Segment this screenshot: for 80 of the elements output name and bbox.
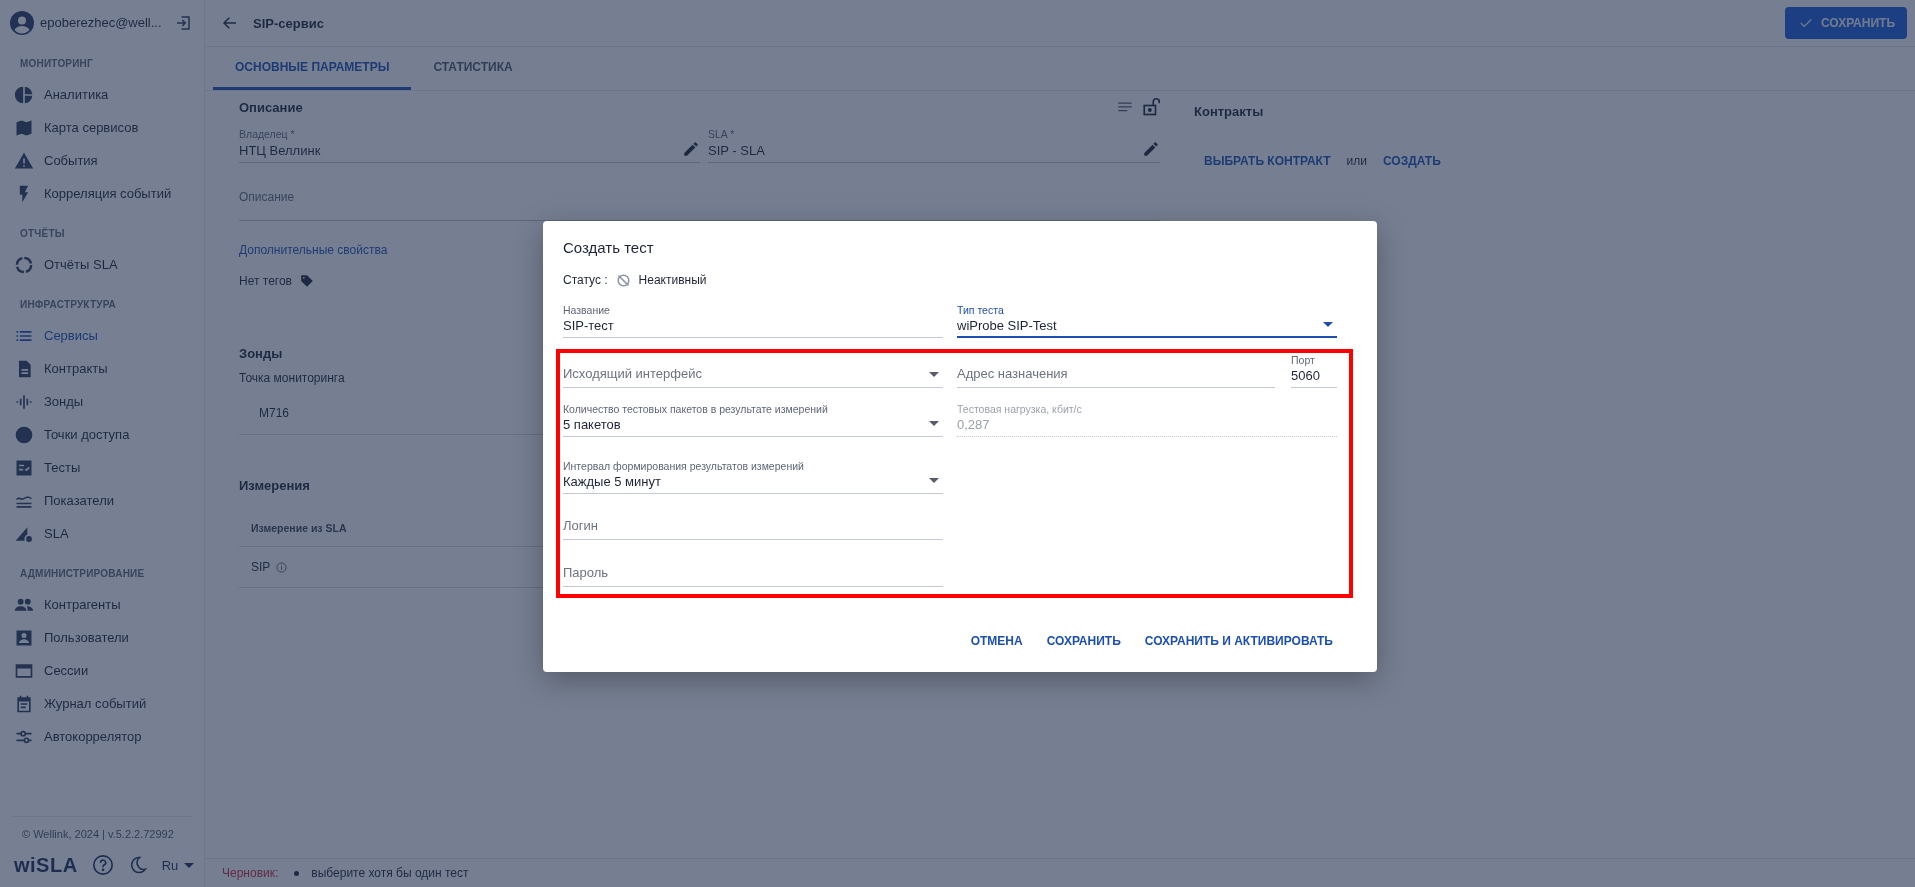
tab[interactable]: ОСНОВНЫЕ ПАРАМЕТРЫ xyxy=(213,47,412,90)
caret-icon xyxy=(184,862,195,868)
edit-button[interactable] xyxy=(1142,140,1160,158)
section-heading: МОНИТОРИНГ xyxy=(19,56,94,71)
tag-icon xyxy=(299,274,314,288)
help-button[interactable] xyxy=(91,854,114,876)
sidebar-item[interactable]: Корреляция событий xyxy=(0,177,204,210)
tab[interactable]: СТАТИСТИКА xyxy=(411,47,535,90)
sidebar-item[interactable]: Автокоррелятор xyxy=(0,720,204,753)
sidebar-item[interactable]: Контрагенты xyxy=(0,588,204,621)
sidebar-item[interactable]: SLA xyxy=(0,517,204,550)
select-field[interactable]: Интервал формирования результатов измерений Каждые 5 минут xyxy=(563,458,943,494)
select-contract-link[interactable]: ВЫБРАТЬ КОНТРАКТ xyxy=(1204,154,1331,168)
edit-button[interactable] xyxy=(682,140,700,158)
sidebar-item[interactable]: События xyxy=(0,144,204,177)
status-value: Неактивный xyxy=(638,273,707,287)
create-link[interactable]: СОЗДАТЬ xyxy=(1383,154,1441,168)
text-field[interactable]: Адрес назначения xyxy=(957,352,1275,388)
link[interactable]: Дополнительные свойства xyxy=(239,243,388,257)
section-heading: Контракты xyxy=(1194,103,1264,119)
status-message: выберите хотя бы один тест xyxy=(311,866,469,880)
status-label: Статус : xyxy=(563,273,608,287)
section-heading: Измерения xyxy=(239,477,310,493)
user-email: epoberezhec@well... xyxy=(40,15,163,30)
bullet-icon xyxy=(294,870,300,876)
caret-icon xyxy=(929,478,939,483)
sidebar-item[interactable]: Точки доступа xyxy=(0,418,204,451)
sidebar-item[interactable]: Аналитика xyxy=(0,78,204,111)
section-heading: Зонды xyxy=(239,345,283,361)
status-label: Черновик: xyxy=(222,866,279,880)
info-icon xyxy=(276,561,288,573)
dialog-button[interactable]: СОХРАНИТЬ xyxy=(1038,628,1129,654)
section-heading: Описание xyxy=(239,99,303,115)
field-label: Точка мониторинга xyxy=(239,370,345,387)
sidebar-item[interactable]: Пользователи xyxy=(0,621,204,654)
sidebar-item[interactable]: Сервисы xyxy=(0,319,204,352)
text-field[interactable]: Порт 5060 xyxy=(1291,352,1337,388)
section-heading: АДМИНИСТРИРОВАНИЕ xyxy=(19,566,146,581)
dialog-button[interactable]: ОТМЕНА xyxy=(962,628,1031,654)
section-heading: ИНФРАСТРУКТУРА xyxy=(19,297,118,312)
back-button[interactable] xyxy=(221,14,239,32)
circle-icon xyxy=(14,424,34,445)
check-icon xyxy=(1798,16,1813,30)
pie-chart-icon xyxy=(14,84,34,105)
caret-icon xyxy=(1323,322,1333,327)
dialog-button[interactable]: СОХРАНИТЬ И АКТИВИРОВАТЬ xyxy=(1136,628,1341,654)
caret-icon xyxy=(929,421,939,426)
select-field[interactable]: Исходящий интерфейс xyxy=(563,352,943,388)
text-field[interactable]: Логин xyxy=(563,504,943,540)
section-heading: ОТЧЁТЫ xyxy=(19,226,66,241)
dialog-title: Создать тест xyxy=(563,237,655,257)
text-field[interactable]: Владелец * НТЦ Веллинк xyxy=(239,127,700,163)
select-field[interactable]: Тип теста wiProbe SIP-Test xyxy=(957,302,1337,338)
save-button[interactable]: СОХРАНИТЬ xyxy=(1784,7,1907,39)
separator-text: или xyxy=(1346,154,1367,168)
sidebar-item[interactable]: Тесты xyxy=(0,451,204,484)
calendar-icon xyxy=(14,693,34,714)
table-cell: SIP xyxy=(251,560,271,574)
sidebar-item[interactable]: Показатели xyxy=(0,484,204,517)
sidebar-item[interactable]: Карта сервисов xyxy=(0,111,204,144)
column-header: Измерение из SLA xyxy=(251,521,347,534)
text-field[interactable]: SLA * SIP - SLA xyxy=(708,127,1160,163)
lock-button[interactable] xyxy=(1142,97,1160,117)
sidebar-item[interactable]: Зонды xyxy=(0,385,204,418)
logo: wiSLA xyxy=(14,853,78,877)
sidebar-item[interactable]: Сессии xyxy=(0,654,204,687)
page-title: SIP-сервис xyxy=(253,15,325,31)
avatar-icon xyxy=(10,10,34,35)
ring-icon xyxy=(14,254,34,275)
sidebar-item[interactable]: Отчёты SLA xyxy=(0,248,204,281)
copyright-text: © Wellink, 2024 | v.5.2.2.72992 xyxy=(21,827,175,842)
list-item: M716 xyxy=(259,405,290,420)
select-field[interactable]: Количество тестовых пакетов в результате измерений 5 пакетов xyxy=(563,401,943,437)
text-field[interactable]: Пароль xyxy=(563,551,943,587)
text-field[interactable]: Название SIP-тест xyxy=(563,302,943,338)
language-select[interactable]: Ru xyxy=(161,857,195,873)
tags-text: Нет тегов xyxy=(239,274,292,288)
sidebar-item[interactable]: Контракты xyxy=(0,352,204,385)
sidebar-item[interactable]: Журнал событий xyxy=(0,687,204,720)
caret-icon xyxy=(929,372,939,377)
